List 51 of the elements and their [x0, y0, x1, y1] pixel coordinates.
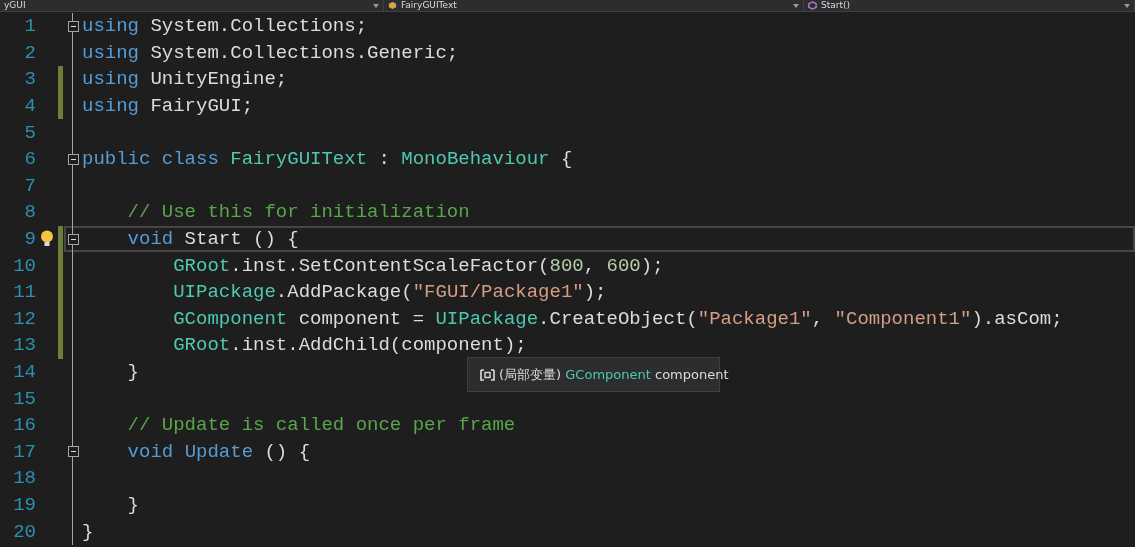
line-number: 9: [23, 227, 36, 253]
method-icon: [808, 1, 817, 10]
code-line: using System.Collections;: [82, 14, 368, 40]
class-icon: [388, 1, 397, 10]
code-line: GComponent component = UIPackage.CreateObject("Package1", "Component1").asCom;: [172, 306, 1063, 332]
collapse-icon[interactable]: [67, 446, 79, 458]
line-number: 6: [23, 147, 36, 173]
collapse-icon[interactable]: [67, 20, 79, 32]
lightbulb-icon[interactable]: [40, 230, 54, 249]
code-line: void Start () {: [126, 227, 299, 253]
code-line: UIPackage.AddPackage("FGUI/Package1");: [172, 280, 607, 306]
navigation-dropdown[interactable]: Start(): [804, 0, 1135, 11]
line-number: 11: [12, 280, 36, 306]
line-number: 20: [12, 519, 36, 545]
navigation-dropdown[interactable]: yGUI: [0, 0, 384, 11]
code-line: using UnityEngine;: [82, 67, 288, 93]
code-line: }: [126, 360, 139, 385]
line-number: 18: [12, 466, 36, 492]
line-number: 13: [12, 333, 36, 359]
line-number: 10: [12, 253, 36, 279]
line-number: 12: [12, 306, 36, 332]
caret-icon: [793, 3, 799, 8]
navigation-dropdown[interactable]: FairyGUIText: [384, 0, 804, 11]
line-number: 3: [23, 67, 36, 93]
code-line: }: [126, 493, 139, 518]
collapse-icon[interactable]: [67, 153, 79, 165]
line-number: 7: [23, 173, 36, 199]
code-line: }: [82, 519, 94, 545]
line-number: 16: [12, 413, 36, 439]
line-number: 15: [12, 386, 36, 412]
line-number: 8: [23, 200, 36, 226]
code-line: void Update () {: [126, 439, 311, 465]
code-line: public class FairyGUIText : MonoBehaviour {: [82, 147, 573, 173]
line-number: 1: [23, 14, 36, 40]
code-line: using System.Collections.Generic;: [82, 40, 459, 66]
local-variable-icon: [480, 368, 495, 381]
line-number: 2: [23, 40, 36, 66]
line-number: 17: [12, 439, 36, 465]
line-number: 19: [12, 493, 36, 518]
collapse-icon[interactable]: [67, 233, 79, 245]
code-line: GRoot.inst.AddChild(component);: [172, 333, 527, 359]
code-line: // Use this for initialization: [126, 200, 470, 226]
code-line: GRoot.inst.SetContentScaleFactor(800, 600);: [172, 253, 664, 279]
caret-icon: [1124, 3, 1130, 8]
code-line: // Update is called once per frame: [126, 413, 516, 439]
tooltip-text: (局部变量) GComponent component: [499, 365, 729, 384]
caret-icon: [373, 3, 379, 8]
code-line: using FairyGUI;: [82, 94, 254, 120]
line-number: 5: [23, 120, 36, 146]
line-number: 14: [12, 360, 36, 385]
line-number: 4: [23, 94, 36, 120]
